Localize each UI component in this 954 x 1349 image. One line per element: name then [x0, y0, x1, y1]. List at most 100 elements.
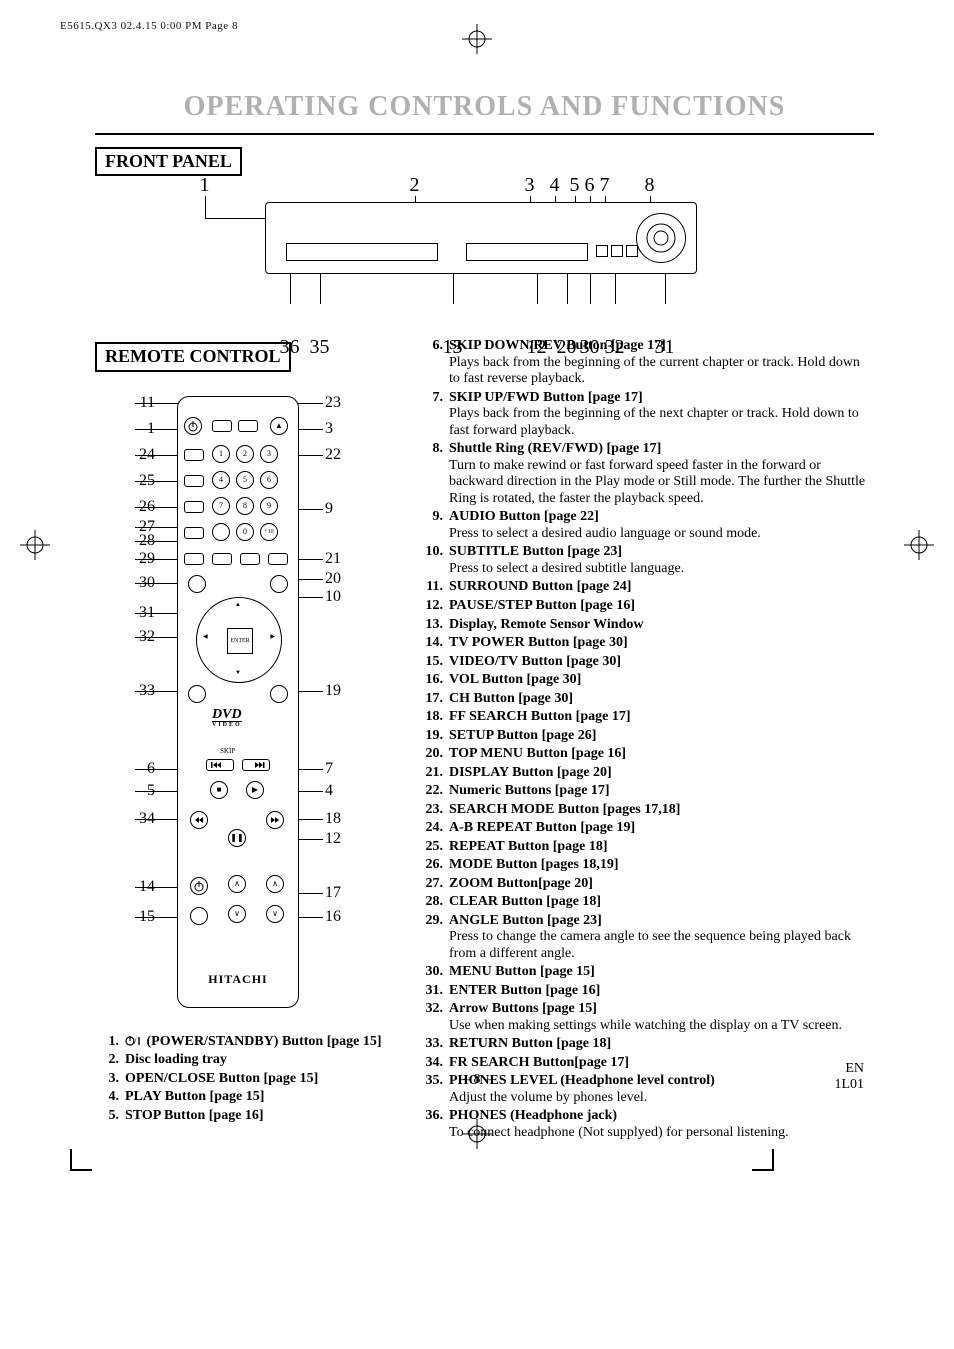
item-title: SURROUND Button [page 24] [449, 579, 631, 594]
remote-diagram: 1112425262728293031323365341415 23322921… [95, 386, 385, 1026]
item-title: Shuttle Ring (REV/FWD) [page 17] [449, 441, 661, 456]
list-item: 17.CH Button [page 30] [419, 691, 874, 708]
repeat-button-icon [184, 475, 204, 487]
clear-button-icon [212, 523, 230, 541]
list-item: 18.FF SEARCH Button [page 17] [419, 709, 874, 726]
registration-mark-icon [904, 530, 934, 560]
item-number: 34. [419, 1055, 443, 1072]
list-item: 32. Arrow Buttons [page 15] Use when makin… [419, 1001, 874, 1034]
preflight-header: E5615.QX3 02.4.15 0:00 PM Page 8 [60, 20, 238, 33]
item-number: 2. [95, 1052, 119, 1069]
remote-callout-right: 16 [325, 908, 385, 927]
ff-search-button-icon [266, 811, 284, 829]
item-title: Disc loading tray [125, 1052, 227, 1067]
list-item: 1./ (POWER/STANDBY) Button [page 15] [95, 1034, 395, 1051]
item-number: 16. [419, 672, 443, 689]
video-tv-button-icon [190, 907, 208, 925]
item-title: Arrow Buttons [page 15] [449, 1001, 597, 1016]
item-title: MODE Button [pages 18,19] [449, 857, 619, 872]
audio-button-icon [240, 553, 260, 565]
power-button-icon [184, 417, 202, 435]
callout-num: 8 [645, 174, 655, 198]
remote-callout-right: 18 [325, 810, 385, 829]
item-number: 18. [419, 709, 443, 726]
angle-button-icon [184, 553, 204, 565]
item-title: RETURN Button [page 18] [449, 1036, 611, 1051]
item-number: 28. [419, 894, 443, 911]
item-body: Use when making settings while watching … [449, 1018, 874, 1035]
ab-repeat-button-icon [184, 449, 204, 461]
item-body: Turn to make rewind or fast forward spee… [449, 458, 874, 508]
list-item: 31.ENTER Button [page 16] [419, 983, 874, 1000]
brand-logo: HITACHI [178, 972, 298, 986]
list-item: 11.SURROUND Button [page 24] [419, 579, 874, 596]
ch-up-button-icon: ∧ [266, 875, 284, 893]
top-menu-button-icon [270, 575, 288, 593]
remote-callout-right: 7 [325, 760, 385, 779]
callout-num: 2 [410, 174, 420, 198]
item-number: 22. [419, 783, 443, 800]
item-title: REPEAT Button [page 18] [449, 839, 608, 854]
item-number: 4. [95, 1089, 119, 1106]
callout-num: 4 [550, 174, 560, 198]
menu-button-icon [188, 575, 206, 593]
list-item: 26.MODE Button [pages 18,19] [419, 857, 874, 874]
item-title: Display, Remote Sensor Window [449, 617, 643, 632]
item-number: 10. [419, 544, 443, 561]
list-item: 25.REPEAT Button [page 18] [419, 839, 874, 856]
skip-label: SKIP [220, 747, 235, 755]
list-item: 13.Display, Remote Sensor Window [419, 617, 874, 634]
surround-button-icon [212, 420, 232, 432]
zoom-button-icon [184, 527, 204, 539]
numeric-0-icon: 0 [236, 523, 254, 541]
mode-button-icon [184, 501, 204, 513]
list-item: 19. SETUP Button [page 26] [419, 728, 874, 745]
item-title: SETUP Button [page 26] [449, 728, 596, 743]
callout-num: 31 [655, 336, 675, 360]
right-item-list: 6.SKIP DOWN/REV Button [page 17]Plays ba… [419, 338, 874, 1143]
list-item: 10.SUBTITLE Button [page 23]Press to sel… [419, 544, 874, 577]
subtitle-button-icon [212, 553, 232, 565]
shuttle-ring-icon [636, 213, 686, 263]
item-body: To connect headphone (Not supplyed) for … [449, 1125, 874, 1142]
callout-num: 6 [585, 174, 595, 198]
item-title: AUDIO Button [page 22] [449, 509, 599, 524]
item-number: 32. [419, 1001, 443, 1018]
item-number: 12. [419, 598, 443, 615]
list-item: 4.PLAY Button [page 15] [95, 1089, 395, 1106]
item-number: 19. [419, 728, 443, 745]
svg-text:/: / [134, 1036, 137, 1046]
callout-num: 30 [580, 336, 600, 360]
callout-num: 13 [443, 336, 463, 360]
remote-callout-right: 10 [325, 588, 385, 607]
numeric-1-icon: 1 [212, 445, 230, 463]
numeric-6-icon: 6 [260, 471, 278, 489]
crop-mark-icon [70, 1149, 92, 1171]
item-number: 23. [419, 802, 443, 819]
panel-button-icon [596, 245, 608, 257]
list-item: 30.MENU Button [page 15] [419, 964, 874, 981]
remote-callout-right: 9 [325, 500, 385, 519]
remote-callout-right: 4 [325, 782, 385, 801]
ch-down-button-icon: ∨ [266, 905, 284, 923]
section-front-panel: FRONT PANEL [95, 147, 242, 176]
section-remote-control: REMOTE CONTROL [95, 342, 291, 371]
registration-mark-icon [462, 24, 492, 54]
callout-num: 35 [310, 336, 330, 360]
item-body: Plays back from the beginning of the nex… [449, 406, 874, 439]
item-title: CH Button [page 30] [449, 691, 573, 706]
numeric-4-icon: 4 [212, 471, 230, 489]
divider [95, 133, 874, 135]
item-body: Press to change the camera angle to see … [449, 929, 874, 962]
remote-outline: ▲ 1 2 3 4 5 6 7 8 9 [177, 396, 299, 1008]
page-number: – 8 – [0, 1072, 954, 1089]
list-item: 27.ZOOM Button[page 20] [419, 876, 874, 893]
dvd-logo-icon: DVD VIDEO [212, 707, 242, 730]
item-number: 30. [419, 964, 443, 981]
item-title: Numeric Buttons [page 17] [449, 783, 610, 798]
callout-num: 20 [557, 336, 577, 360]
list-item: 5.STOP Button [page 16] [95, 1108, 395, 1125]
list-item: 28. CLEAR Button [page 18] [419, 894, 874, 911]
numeric-2-icon: 2 [236, 445, 254, 463]
item-title: CLEAR Button [page 18] [449, 894, 601, 909]
